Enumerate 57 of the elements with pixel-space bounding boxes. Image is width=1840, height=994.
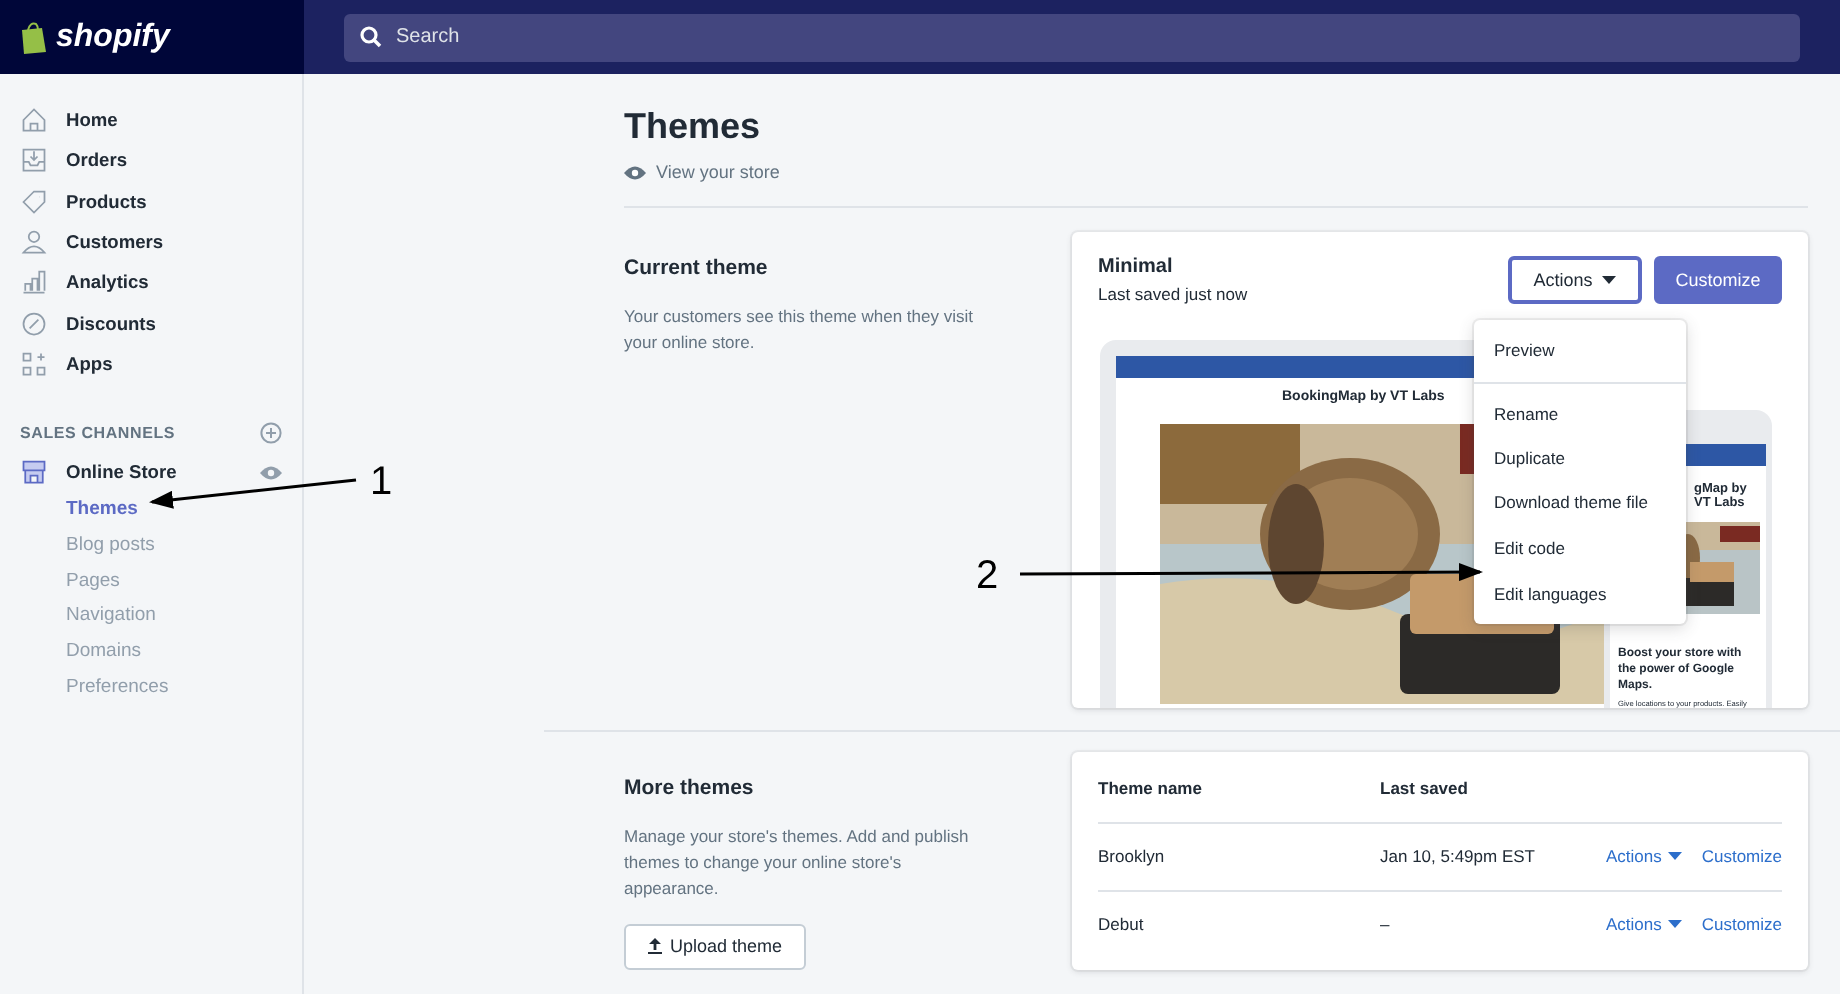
shopping-bag-icon	[20, 21, 48, 53]
view-store-link[interactable]: View your store	[624, 162, 780, 182]
menu-item[interactable]: Duplicate	[1474, 435, 1686, 481]
nav-item[interactable]: Customers	[20, 221, 302, 263]
menu-item[interactable]: Edit code	[1474, 526, 1686, 572]
page-title: Themes	[624, 106, 763, 150]
saved-text: Last saved just now	[1098, 284, 1248, 304]
menu-item[interactable]: Preview	[1474, 328, 1686, 374]
nav-item[interactable]: Analytics	[20, 262, 302, 303]
home-icon	[20, 106, 48, 135]
customize-button[interactable]: Customize	[1654, 256, 1782, 304]
actions-link[interactable]: Actions	[1605, 846, 1682, 867]
logo-text: shopify	[56, 19, 170, 55]
upload-theme-button[interactable]: Upload theme	[624, 923, 807, 970]
caret-icon	[1667, 852, 1682, 861]
section-description: Manage your store's themes. Add and publish themes to change your online store's appearance.	[624, 824, 971, 903]
theme-name-cell-text: Debut	[1098, 913, 1146, 934]
menu-item[interactable]: Edit languages	[1474, 571, 1686, 617]
theme-name: Minimal	[1098, 256, 1175, 278]
store-icon	[20, 458, 48, 487]
apps-icon	[20, 349, 48, 378]
nav-item[interactable]: Orders	[20, 140, 302, 182]
caret-icon	[1602, 276, 1617, 284]
discount-icon	[20, 309, 48, 338]
nav-item[interactable]: Apps	[20, 343, 302, 385]
last-saved-cell-text: Jan 10, 5:49pm EST	[1380, 846, 1537, 867]
section-title: SALES CHANNELS	[20, 423, 176, 442]
chart-icon	[20, 268, 48, 297]
eye-icon[interactable]	[260, 465, 282, 480]
orders-icon	[20, 146, 48, 175]
section-heading: More themes	[624, 776, 756, 800]
nav-item[interactable]: Online Store	[20, 451, 177, 493]
customize-link[interactable]: Customize	[1701, 913, 1782, 934]
section-heading: Current theme	[624, 256, 770, 280]
annotation-number: 1	[370, 460, 393, 504]
upload-icon	[648, 938, 662, 955]
add-icon[interactable]	[260, 421, 282, 444]
nav-subitem[interactable]: Themes	[66, 492, 302, 528]
column-header: Theme name	[1098, 777, 1204, 797]
menu-item[interactable]: Download theme file	[1474, 480, 1686, 527]
search-icon	[360, 26, 382, 48]
tag-icon	[20, 187, 48, 216]
nav-item[interactable]: Home	[20, 100, 302, 141]
column-header: Last saved	[1380, 777, 1470, 797]
nav-item[interactable]: Discounts	[20, 302, 302, 344]
person-icon	[20, 228, 48, 257]
annotation-number: 2	[976, 554, 999, 598]
nav-item[interactable]: Products	[20, 181, 302, 222]
theme-name-cell-text: Brooklyn	[1098, 846, 1167, 867]
actions-button[interactable]: Actions	[1508, 256, 1642, 304]
customize-link[interactable]: Customize	[1701, 846, 1782, 867]
last-saved-cell-text: –	[1380, 913, 1392, 934]
caret-icon	[1667, 919, 1682, 928]
section-description: Your customers see this theme when they visit your online store.	[624, 304, 975, 357]
search-field[interactable]: Search	[344, 13, 1800, 61]
actions-link[interactable]: Actions	[1605, 913, 1682, 934]
eye-icon	[624, 165, 646, 179]
